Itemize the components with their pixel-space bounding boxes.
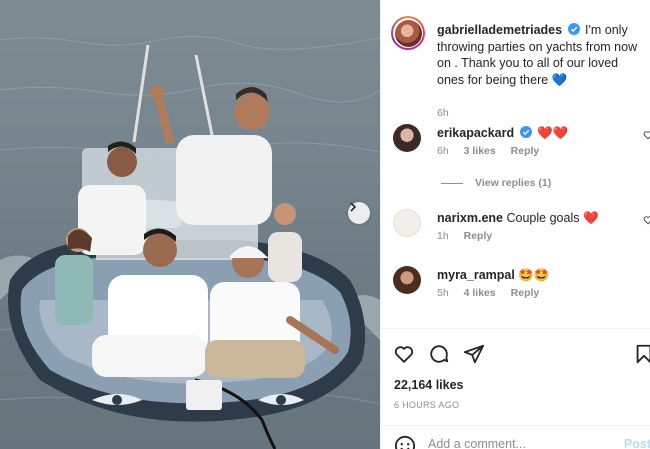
- comment-meta: 5h 4 likes Reply: [437, 287, 551, 299]
- comment-text-line: myra_rampal 🤩🤩: [437, 268, 549, 283]
- next-photo-button[interactable]: [348, 202, 370, 224]
- comment-text-line: erikapackard ❤️❤️: [437, 126, 568, 141]
- heart-icon[interactable]: [393, 343, 415, 365]
- reply-button[interactable]: Reply: [464, 230, 493, 242]
- caption-text-block: gabriellademetriades I'm only throwing p…: [437, 22, 647, 88]
- comment-time: 1h: [437, 230, 449, 242]
- verified-icon: [567, 23, 580, 35]
- comment-likes[interactable]: 4 likes: [464, 287, 496, 299]
- comment-icon[interactable]: [428, 343, 450, 365]
- comment-time: 6h: [437, 145, 449, 157]
- comment-item: myra_rampal 🤩🤩 5h 4 likes Reply: [393, 266, 650, 299]
- likes-count[interactable]: 22,164 likes: [394, 378, 464, 392]
- emoji-icon[interactable]: [394, 435, 416, 449]
- post-actions: 22,164 likes 6 HOURS AGO Add a comment..…: [381, 328, 650, 449]
- add-comment-bar: Add a comment... Post: [381, 425, 650, 449]
- comment-likes[interactable]: 3 likes: [464, 145, 496, 157]
- view-replies-line: [441, 182, 463, 184]
- reply-button[interactable]: Reply: [511, 145, 540, 157]
- post-photo[interactable]: [0, 0, 380, 449]
- comment-text: ❤️❤️: [537, 126, 569, 140]
- author-username[interactable]: gabriellademetriades: [437, 23, 562, 37]
- post-details-panel: gabriellademetriades I'm only throwing p…: [380, 0, 650, 449]
- commenter-avatar[interactable]: [393, 124, 421, 152]
- bookmark-icon[interactable]: [633, 343, 650, 365]
- comment-meta: 1h Reply: [437, 230, 504, 242]
- chevron-right-icon: [350, 202, 357, 212]
- comment-input[interactable]: Add a comment...: [428, 437, 526, 449]
- comment-item: narixm.ene Couple goals ❤️ 1h Reply: [393, 209, 650, 242]
- view-replies-label: View replies (1): [475, 177, 552, 189]
- view-replies-button[interactable]: View replies (1): [441, 177, 551, 189]
- heart-icon[interactable]: [643, 215, 650, 225]
- comment-time: 5h: [437, 287, 449, 299]
- posted-time: 6 HOURS AGO: [394, 400, 460, 410]
- caption-emoji: 💙: [551, 72, 568, 87]
- comment-text-line: narixm.ene Couple goals ❤️: [437, 211, 599, 226]
- reply-button[interactable]: Reply: [511, 287, 540, 299]
- commenter-username[interactable]: erikapackard: [437, 126, 514, 140]
- author-avatar[interactable]: [391, 16, 425, 50]
- share-icon[interactable]: [463, 343, 485, 365]
- commenter-username[interactable]: narixm.ene: [437, 211, 503, 225]
- comment-text: Couple goals ❤️: [506, 211, 599, 225]
- commenter-avatar[interactable]: [393, 209, 421, 237]
- heart-icon[interactable]: [643, 130, 650, 140]
- post-comment-button[interactable]: Post: [624, 437, 650, 449]
- commenter-avatar[interactable]: [393, 266, 421, 294]
- verified-icon: [519, 126, 532, 138]
- boat-scene: [0, 35, 380, 449]
- commenter-username[interactable]: myra_rampal: [437, 268, 515, 282]
- comment-meta: 6h 3 likes Reply: [437, 145, 551, 157]
- comment-item: erikapackard ❤️❤️ 6h 3 likes Reply: [393, 124, 650, 157]
- comment-text: 🤩🤩: [518, 268, 550, 282]
- caption-time: 6h: [437, 107, 449, 119]
